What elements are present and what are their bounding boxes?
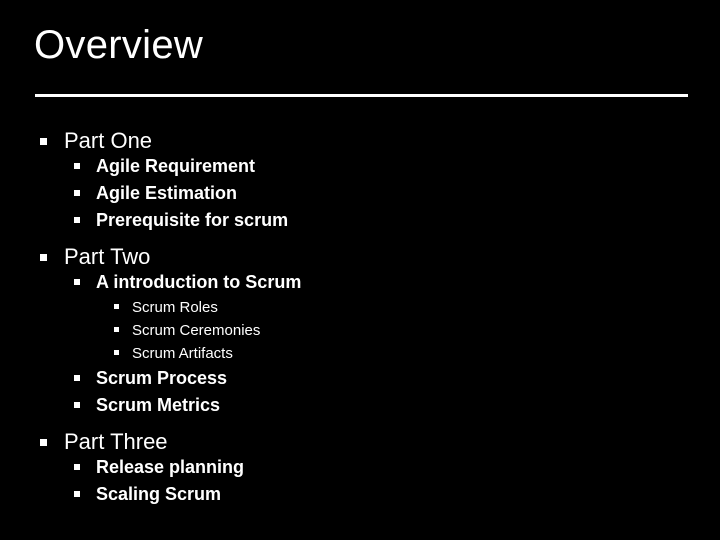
list-item-label: Scrum Process <box>96 368 228 388</box>
square-bullet-icon <box>74 273 96 289</box>
list-item-label: Prerequisite for scrum <box>96 210 289 230</box>
list-item-label: Scrum Ceremonies <box>132 322 261 339</box>
square-bullet-icon <box>74 157 96 173</box>
list-item-label: Part Two <box>64 244 151 269</box>
list-item-label: Scrum Artifacts <box>132 345 233 362</box>
list-item: Scrum Artifacts <box>0 345 720 368</box>
list-item-label: Release planning <box>96 457 245 477</box>
outline-list: Part One Agile Requirement Agile Estimatio… <box>0 128 720 511</box>
list-item-label: A introduction to Scrum <box>96 272 302 292</box>
list-item: Scrum Metrics <box>0 395 720 422</box>
square-bullet-icon <box>74 396 96 412</box>
list-item: Scrum Process <box>0 368 720 395</box>
square-bullet-icon <box>114 346 132 358</box>
list-item-label: Agile Requirement <box>96 156 256 176</box>
list-item: Part Two <box>0 244 720 272</box>
list-item-label: Scaling Scrum <box>96 484 222 504</box>
list-item-label: Scrum Roles <box>132 299 218 316</box>
list-group-spacer <box>0 422 720 429</box>
list-item: Part One <box>0 128 720 156</box>
square-bullet-icon <box>74 184 96 200</box>
page-title: Overview <box>34 23 204 67</box>
list-item: Release planning <box>0 457 720 484</box>
list-item-label: Agile Estimation <box>96 183 238 203</box>
list-item: Prerequisite for scrum <box>0 210 720 237</box>
square-bullet-icon <box>74 211 96 227</box>
square-bullet-icon <box>40 248 64 266</box>
square-bullet-icon <box>114 323 132 335</box>
list-group-spacer <box>0 237 720 244</box>
square-bullet-icon <box>40 132 64 150</box>
square-bullet-icon <box>74 458 96 474</box>
list-item-label: Part One <box>64 128 153 153</box>
list-item: Scaling Scrum <box>0 484 720 511</box>
title-divider <box>35 94 688 97</box>
square-bullet-icon <box>74 485 96 501</box>
list-item: Agile Estimation <box>0 183 720 210</box>
list-item: Agile Requirement <box>0 156 720 183</box>
square-bullet-icon <box>74 369 96 385</box>
list-item: Scrum Ceremonies <box>0 322 720 345</box>
list-item-label: Part Three <box>64 429 168 454</box>
list-item: Part Three <box>0 429 720 457</box>
list-item-label: Scrum Metrics <box>96 395 221 415</box>
square-bullet-icon <box>114 300 132 312</box>
list-item: Scrum Roles <box>0 299 720 322</box>
list-item: A introduction to Scrum <box>0 272 720 299</box>
square-bullet-icon <box>40 433 64 451</box>
presentation-slide: Overview Part One Agile Requirement Agile … <box>0 0 720 540</box>
